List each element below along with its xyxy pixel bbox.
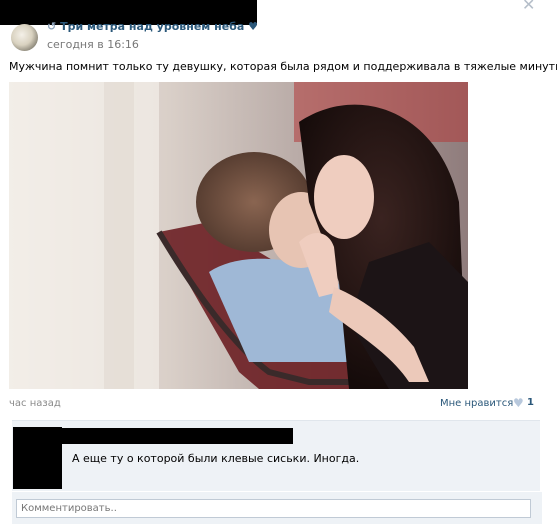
group-avatar[interactable] (11, 24, 38, 51)
post-photo[interactable] (9, 82, 468, 389)
post-time-ago[interactable]: час назад (9, 398, 61, 409)
post-timestamp[interactable]: сегодня в 16:16 (47, 38, 139, 51)
group-name[interactable]: Три метра над уровнем неба (60, 20, 244, 33)
repost-icon: ↺ (47, 20, 57, 33)
redacted-commenter-avatar (13, 427, 62, 489)
post-text: Мужчина помнит только ту девушку, котора… (9, 60, 557, 73)
like-heart-icon[interactable]: ♥ (513, 396, 524, 410)
like-button[interactable]: Мне нравится (440, 398, 513, 409)
photo-image (9, 82, 468, 389)
comment-text: А еще ту о которой были клевые сиськи. И… (72, 452, 360, 465)
like-count[interactable]: 1 (527, 397, 534, 408)
comment-input[interactable] (16, 499, 531, 518)
heart-icon: ♥ (248, 20, 258, 33)
close-icon[interactable]: ✕ (522, 0, 535, 14)
redacted-commenter-name (62, 428, 293, 444)
group-name-link[interactable]: ↺ Три метра над уровнем неба ♥ (47, 20, 258, 34)
